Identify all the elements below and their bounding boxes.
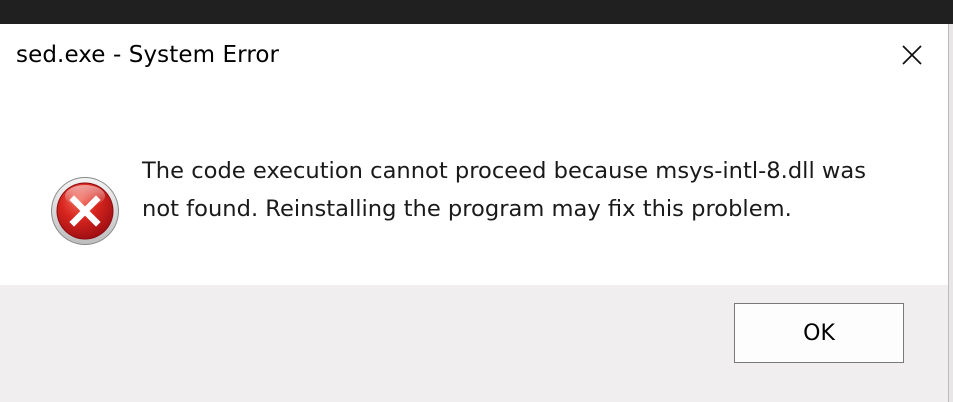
error-message-line-1: The code execution cannot proceed becaus… xyxy=(142,158,867,184)
ok-button[interactable]: OK xyxy=(734,303,904,363)
title-bar[interactable]: sed.exe - System Error xyxy=(0,24,948,90)
error-icon xyxy=(51,177,119,245)
background-window-edge xyxy=(948,24,953,402)
taskbar-backdrop xyxy=(0,0,953,24)
window-title: sed.exe - System Error xyxy=(16,42,280,68)
close-icon xyxy=(902,45,922,65)
system-error-dialog: sed.exe - System Error The code executio… xyxy=(0,24,948,402)
dialog-content: The code execution cannot proceed becaus… xyxy=(0,90,948,285)
close-button[interactable] xyxy=(889,36,935,74)
error-message-line-2: not found. Reinstalling the program may … xyxy=(142,196,792,222)
error-message: The code execution cannot proceed becaus… xyxy=(142,152,922,228)
button-area: OK xyxy=(0,285,948,402)
